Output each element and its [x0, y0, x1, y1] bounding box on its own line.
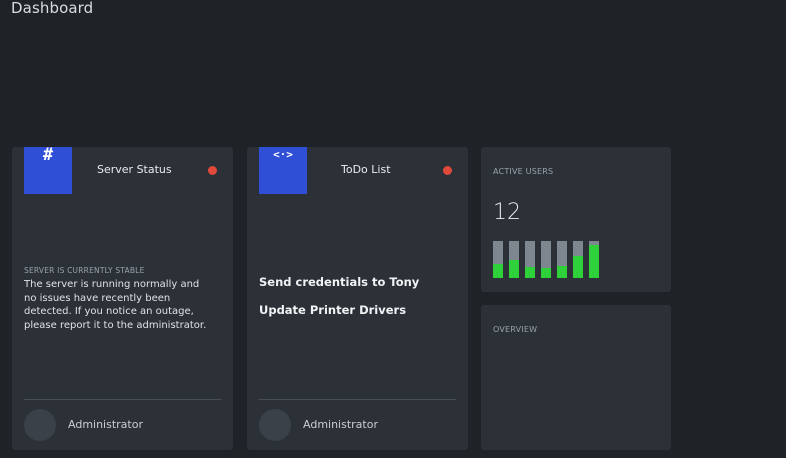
avatar[interactable] [24, 409, 56, 441]
card-divider [259, 399, 456, 400]
avatar[interactable] [259, 409, 291, 441]
active-users-bar-fill [525, 266, 535, 278]
todo-item[interactable]: Update Printer Drivers [259, 303, 406, 317]
active-users-bar-fill [509, 260, 519, 278]
active-users-bar-fill [557, 266, 567, 278]
todo-status-indicator [443, 166, 452, 175]
active-users-bar [493, 241, 503, 278]
active-users-bar [525, 241, 535, 278]
hash-icon: # [42, 145, 54, 165]
active-users-heading: ACTIVE USERS [493, 167, 554, 176]
server-status-card: # Server Status SERVER IS CURRENTLY STAB… [12, 145, 233, 450]
active-users-bar [573, 241, 583, 278]
server-card-user-name[interactable]: Administrator [68, 418, 143, 431]
active-users-card: ACTIVE USERS 12 [481, 147, 671, 292]
server-status-title: Server Status [97, 163, 172, 176]
server-icon-box: # [24, 145, 72, 194]
todo-card-user-name[interactable]: Administrator [303, 418, 378, 431]
code-icon: <·> [273, 148, 293, 161]
active-users-bar-fill [493, 263, 503, 278]
active-users-count: 12 [493, 200, 521, 225]
active-users-bar [541, 241, 551, 278]
server-status-indicator [208, 166, 217, 175]
active-users-bar-chart [493, 241, 603, 278]
server-status-description: The server is running normally and no is… [24, 279, 207, 331]
active-users-bar-fill [573, 255, 583, 278]
active-users-bar-fill [541, 268, 551, 278]
active-users-bar-fill [589, 244, 599, 278]
overview-card: OVERVIEW [481, 305, 671, 450]
active-users-bar [589, 241, 599, 278]
todo-icon-box: <·> [259, 147, 307, 194]
todo-item[interactable]: Send credentials to Tony [259, 275, 419, 289]
page-title: Dashboard [11, 0, 94, 17]
active-users-bar [557, 241, 567, 278]
todo-list-card: <·> ToDo List Send credentials to Tony U… [247, 147, 468, 450]
todo-list-title: ToDo List [341, 163, 391, 176]
card-divider [24, 399, 221, 400]
overview-heading: OVERVIEW [493, 325, 538, 334]
active-users-bar [509, 241, 519, 278]
server-status-heading: SERVER IS CURRENTLY STABLE [24, 266, 145, 275]
